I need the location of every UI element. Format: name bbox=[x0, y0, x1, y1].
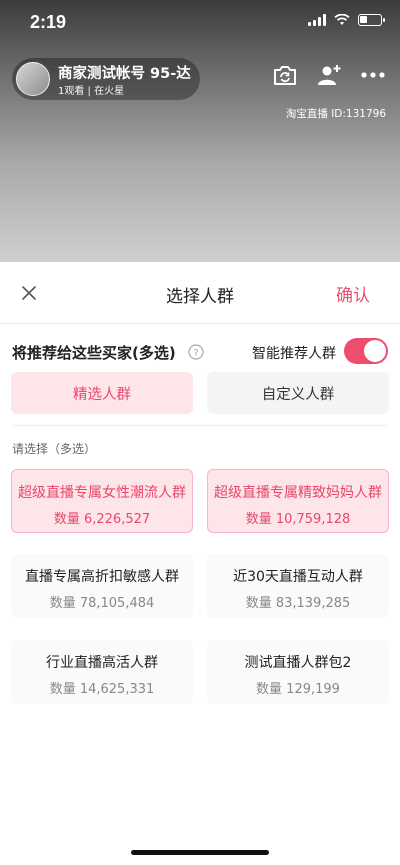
status-bar: 2:19 bbox=[0, 0, 400, 44]
audience-name: 超级直播专属女性潮流人群 bbox=[18, 485, 186, 501]
divider bbox=[12, 425, 388, 426]
help-icon[interactable]: ? bbox=[188, 344, 204, 360]
audience-name: 行业直播高活人群 bbox=[46, 655, 158, 671]
signal-icon bbox=[308, 14, 326, 26]
more-icon[interactable] bbox=[358, 60, 388, 90]
audience-count: 数量 6,226,527 bbox=[53, 512, 151, 527]
smart-recommend-label: 智能推荐人群 bbox=[252, 346, 336, 362]
audience-count: 数量 129,199 bbox=[256, 682, 340, 697]
svg-text:?: ? bbox=[193, 348, 198, 359]
audience-card[interactable]: 直播专属高折扣敏感人群 数量 78,105,484 bbox=[11, 554, 193, 618]
audience-card[interactable]: 超级直播专属精致妈妈人群 数量 10,759,128 bbox=[207, 469, 389, 533]
sheet-header: 选择人群 确认 bbox=[0, 262, 400, 324]
audience-count: 数量 14,625,331 bbox=[49, 682, 155, 697]
smart-recommend-toggle[interactable] bbox=[344, 338, 388, 364]
audience-count: 数量 78,105,484 bbox=[49, 596, 155, 611]
confirm-button[interactable]: 确认 bbox=[336, 281, 370, 306]
anchor-subtitle: 1观看 | 在火星 bbox=[58, 86, 125, 97]
audience-count: 数量 83,139,285 bbox=[245, 596, 351, 611]
recommend-row: 将推荐给这些买家(多选) ? 智能推荐人群 bbox=[12, 338, 388, 366]
audience-name: 超级直播专属精致妈妈人群 bbox=[214, 485, 382, 501]
live-id: 淘宝直播 ID:131796 bbox=[285, 108, 386, 120]
audience-name: 直播专属高折扣敏感人群 bbox=[25, 569, 179, 585]
status-icons bbox=[308, 14, 385, 26]
audience-name: 近30天直播互动人群 bbox=[233, 569, 363, 585]
top-actions bbox=[270, 60, 388, 90]
selection-hint: 请选择（多选） bbox=[12, 442, 97, 456]
tab-featured-audience[interactable]: 精选人群 bbox=[11, 372, 193, 414]
battery-icon bbox=[358, 14, 385, 26]
wifi-icon bbox=[334, 14, 350, 25]
avatar[interactable] bbox=[16, 62, 50, 96]
audience-card[interactable]: 超级直播专属女性潮流人群 数量 6,226,527 bbox=[11, 469, 193, 533]
audience-selection-sheet: 选择人群 确认 将推荐给这些买家(多选) ? 智能推荐人群 精选人群 自定义人群… bbox=[0, 262, 400, 865]
home-indicator bbox=[131, 850, 269, 855]
anchor-info[interactable]: 商家测试帐号 95-达 1观看 | 在火星 bbox=[12, 58, 200, 100]
camera-switch-icon[interactable] bbox=[270, 60, 300, 90]
add-user-icon[interactable] bbox=[314, 60, 344, 90]
audience-card[interactable]: 测试直播人群包2 数量 129,199 bbox=[207, 640, 389, 704]
audience-card[interactable]: 近30天直播互动人群 数量 83,139,285 bbox=[207, 554, 389, 618]
audience-count: 数量 10,759,128 bbox=[245, 512, 351, 527]
audience-name: 测试直播人群包2 bbox=[244, 655, 352, 671]
status-time: 2:19 bbox=[30, 12, 67, 32]
audience-card[interactable]: 行业直播高活人群 数量 14,625,331 bbox=[11, 640, 193, 704]
recommend-title: 将推荐给这些买家(多选) bbox=[12, 344, 176, 362]
anchor-name: 商家测试帐号 95-达 bbox=[58, 66, 191, 82]
tab-custom-audience[interactable]: 自定义人群 bbox=[207, 372, 389, 414]
